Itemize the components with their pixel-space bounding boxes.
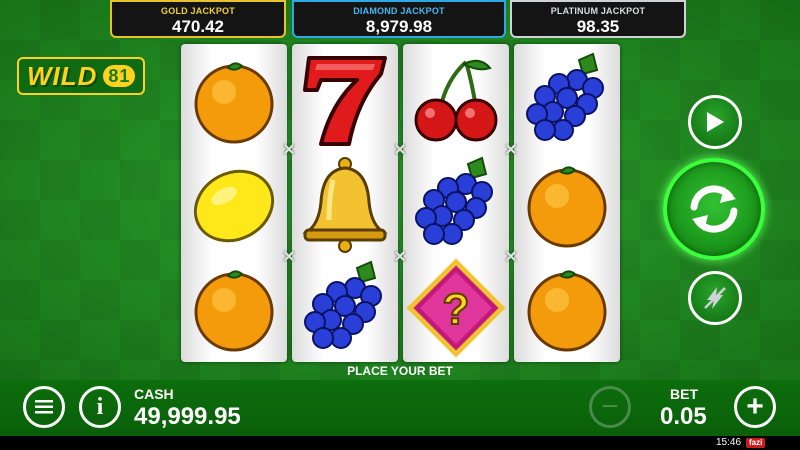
turbo-button[interactable] <box>688 271 742 325</box>
plus-icon: + <box>746 390 764 423</box>
diamond-jackpot-panel: DIAMOND JACKPOT 8,979.98 <box>292 0 506 38</box>
grapes-icon <box>517 50 617 150</box>
reel-gap-marker-icon: ✕ <box>504 249 518 266</box>
mystery-icon: ? <box>406 258 506 358</box>
diamond-jackpot-label: DIAMOND JACKPOT <box>353 6 445 16</box>
grapes-icon <box>295 258 395 358</box>
gold-jackpot-panel: GOLD JACKPOT 470.42 <box>110 0 286 38</box>
lemon-icon <box>184 154 284 254</box>
spin-button[interactable] <box>663 158 765 260</box>
clock: 15:46 <box>716 437 742 448</box>
system-status-bar <box>0 436 800 450</box>
increase-bet-button[interactable]: + <box>734 386 776 428</box>
reel-2 <box>292 44 398 362</box>
reel-gap-marker-icon: ✕ <box>282 249 296 266</box>
turbo-icon <box>704 287 726 309</box>
orange-icon <box>517 258 617 358</box>
platinum-jackpot-panel: PLATINUM JACKPOT 98.35 <box>510 0 686 38</box>
info-button[interactable]: i <box>79 386 121 428</box>
reel-gap-marker-icon: ✕ <box>393 249 407 266</box>
minus-icon: − <box>601 390 619 423</box>
decrease-bet-button[interactable]: − <box>589 386 631 428</box>
menu-icon <box>35 400 53 414</box>
reel-3: ? <box>403 44 509 362</box>
gold-jackpot-label: GOLD JACKPOT <box>161 6 235 16</box>
cash-value: 49,999.95 <box>134 403 241 430</box>
cash-label: CASH <box>134 386 174 402</box>
bet-label: BET <box>670 386 698 402</box>
play-icon <box>707 112 724 132</box>
reel-gap-marker-icon: ✕ <box>504 142 518 159</box>
brand-logo: fazi <box>746 438 766 448</box>
reel-4 <box>514 44 620 362</box>
game-logo: WILD 81 <box>17 57 146 95</box>
reel-1 <box>181 44 287 362</box>
status-message: PLACE YOUR BET <box>347 364 453 378</box>
logo-number: 81 <box>103 65 136 87</box>
diamond-jackpot-value: 8,979.98 <box>365 17 433 36</box>
seven-icon <box>295 50 395 150</box>
spin-icon <box>690 185 738 233</box>
svg-text:?: ? <box>443 285 470 334</box>
bell-icon <box>295 154 395 254</box>
bet-value: 0.05 <box>660 403 707 430</box>
logo-word: WILD <box>27 61 98 91</box>
cherries-icon <box>406 50 506 150</box>
platinum-jackpot-label: PLATINUM JACKPOT <box>550 6 646 16</box>
platinum-jackpot-value: 98.35 <box>576 17 620 36</box>
orange-icon <box>184 50 284 150</box>
autoplay-button[interactable] <box>688 95 742 149</box>
reel-gap-marker-icon: ✕ <box>282 142 296 159</box>
grapes-icon <box>406 154 506 254</box>
menu-button[interactable] <box>23 386 65 428</box>
orange-icon <box>184 258 284 358</box>
orange-icon <box>517 154 617 254</box>
reel-gap-marker-icon: ✕ <box>393 142 407 159</box>
gold-jackpot-value: 470.42 <box>172 17 224 36</box>
info-icon: i <box>96 393 104 420</box>
